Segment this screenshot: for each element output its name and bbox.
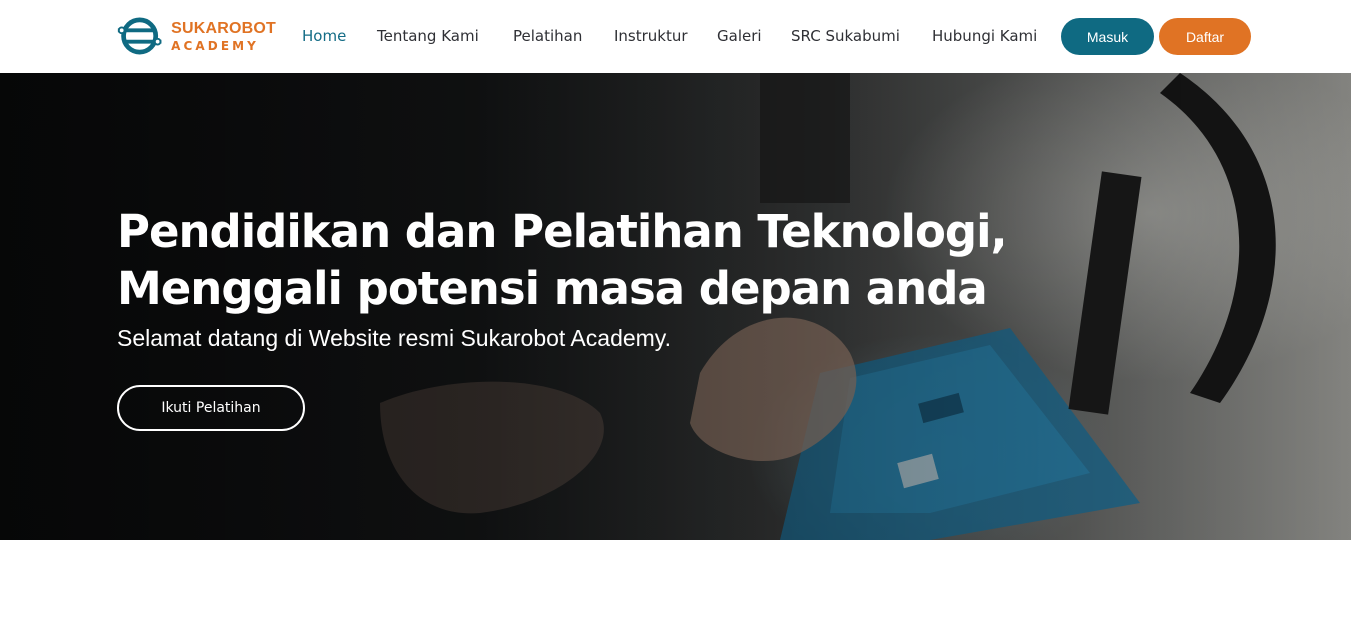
hero-title-line-1: Pendidikan dan Pelatihan Teknologi, — [117, 205, 1008, 258]
join-training-button[interactable]: Ikuti Pelatihan — [117, 385, 305, 431]
nav-item-galeri[interactable]: Galeri — [717, 26, 762, 46]
nav-item-src-sukabumi[interactable]: SRC Sukabumi — [791, 26, 900, 46]
nav-item-hubungi-kami[interactable]: Hubungi Kami — [932, 26, 1037, 46]
hero-title-line-2: Menggali potensi masa depan anda — [117, 262, 988, 315]
hero-title: Pendidikan dan Pelatihan Teknologi, Meng… — [117, 203, 1077, 317]
brand-logo[interactable]: SUKAROBOT ACADEMY — [116, 16, 276, 56]
login-button[interactable]: Masuk — [1061, 18, 1154, 55]
nav-item-home[interactable]: Home — [302, 26, 346, 46]
circuit-logo-icon — [117, 17, 162, 55]
hero-banner: Pendidikan dan Pelatihan Teknologi, Meng… — [0, 73, 1351, 540]
nav-item-tentang-kami[interactable]: Tentang Kami — [377, 26, 479, 46]
brand-name-top: SUKAROBOT — [171, 19, 276, 37]
brand-name-bottom: ACADEMY — [171, 38, 259, 53]
register-button[interactable]: Daftar — [1159, 18, 1251, 55]
nav-item-instruktur[interactable]: Instruktur — [614, 26, 688, 46]
site-header: SUKAROBOT ACADEMY Home Tentang Kami Pela… — [0, 0, 1351, 73]
hero-subtitle: Selamat datang di Website resmi Sukarobo… — [117, 325, 671, 351]
nav-item-pelatihan[interactable]: Pelatihan — [513, 26, 582, 46]
